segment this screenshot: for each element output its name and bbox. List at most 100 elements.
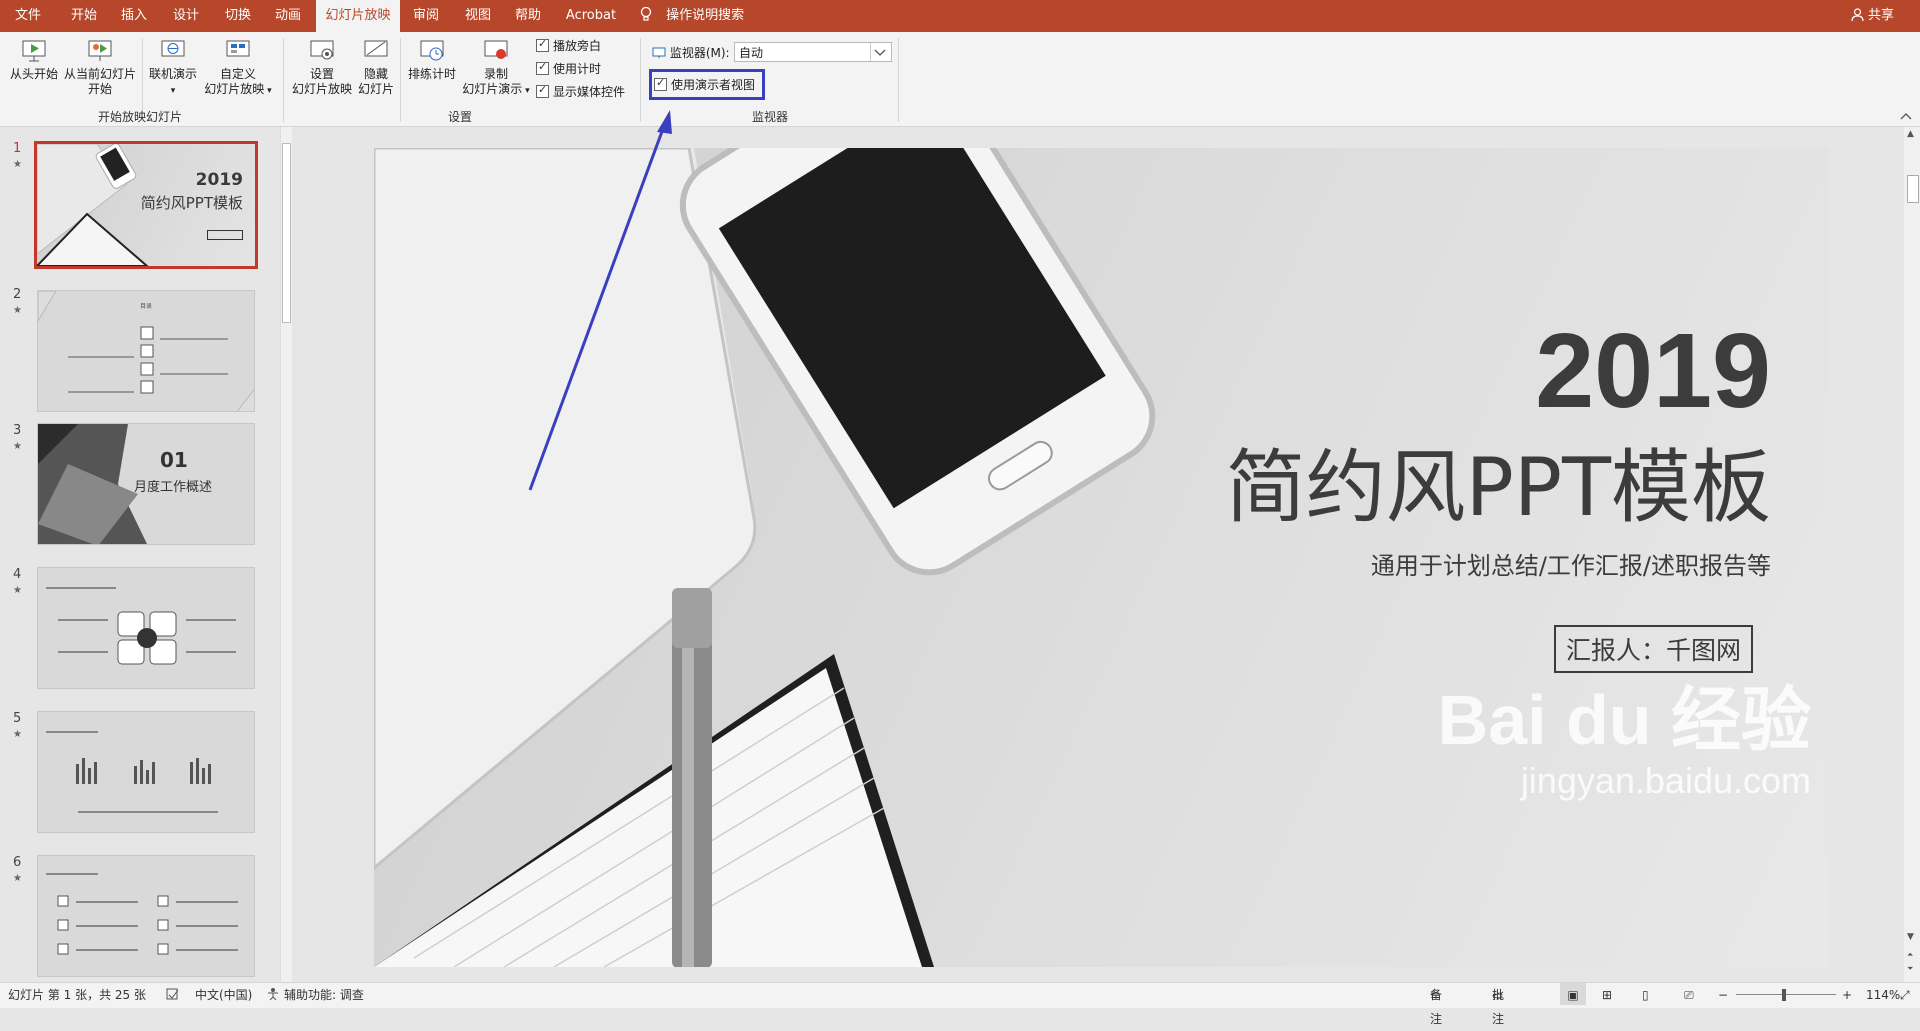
thumb-1-title: 简约风PPT模板 <box>140 194 243 212</box>
hide-slide-button[interactable]: 隐藏 幻灯片 <box>356 38 396 97</box>
thumb-4-art <box>46 587 236 665</box>
online-present-label: 联机演示 <box>148 67 197 81</box>
tab-transitions[interactable]: 切换 <box>216 0 260 32</box>
tell-me-search[interactable]: 操作说明搜索 <box>640 0 744 32</box>
tab-insert[interactable]: 插入 <box>112 0 156 32</box>
tab-home[interactable]: 开始 <box>62 0 106 32</box>
slide-thumbnail-5[interactable] <box>37 711 255 833</box>
thumb-1-reporter-box <box>207 230 243 240</box>
monitor-row: 监视器(M): <box>652 44 730 61</box>
slideshow-view-icon[interactable]: ⎚ <box>1684 983 1694 1007</box>
use-timings-checkbox[interactable]: 使用计时 <box>536 60 601 77</box>
monitor-select[interactable]: 自动 <box>734 42 892 62</box>
animation-star-icon: ★ <box>13 305 22 316</box>
thumb-2-art <box>38 291 254 411</box>
tab-help[interactable]: 帮助 <box>506 0 550 32</box>
normal-view-icon[interactable]: ▣ <box>1560 983 1586 1005</box>
record-icon <box>484 40 508 59</box>
tab-acrobat[interactable]: Acrobat <box>558 0 624 32</box>
share-label: 共享 <box>1867 8 1894 23</box>
person-icon <box>1851 8 1868 23</box>
annotation-highlight-box <box>649 69 765 100</box>
custom-label-2: 幻灯片放映 <box>204 82 265 96</box>
reading-view-icon[interactable]: ▯ <box>1642 983 1649 1007</box>
accessibility-status[interactable]: 辅助功能: 调查 <box>284 983 364 1007</box>
scrollbar-thumb[interactable] <box>282 143 291 323</box>
checkbox-checked-icon <box>536 83 549 98</box>
from-current-label-1: 从当前幻灯片 <box>63 67 136 81</box>
online-present-button[interactable]: 联机演示 ▾ <box>146 38 200 99</box>
rehearse-timings-button[interactable]: 排练计时 <box>404 38 460 82</box>
hide-label-1: 隐藏 <box>363 67 388 81</box>
tab-view[interactable]: 视图 <box>456 0 500 32</box>
tab-design[interactable]: 设计 <box>164 0 208 32</box>
hide-label-2: 幻灯片 <box>357 82 394 96</box>
animation-star-icon: ★ <box>13 585 22 596</box>
tab-slideshow[interactable]: 幻灯片放映 <box>316 0 400 32</box>
zoom-out-icon[interactable]: − <box>1718 983 1728 1007</box>
play-narrations-checkbox[interactable]: 播放旁白 <box>536 37 601 54</box>
slide-thumbnail-6[interactable] <box>37 855 255 977</box>
slide-thumbnail-2[interactable]: 目录 <box>37 290 255 412</box>
play-narrations-label: 播放旁白 <box>553 39 602 53</box>
tab-animations[interactable]: 动画 <box>266 0 310 32</box>
zoom-slider[interactable] <box>1736 994 1836 995</box>
group-label-setup: 设置 <box>447 110 472 124</box>
separator <box>283 38 284 122</box>
zoom-level[interactable]: 114% <box>1866 983 1900 1007</box>
language-indicator[interactable]: 中文(中国) <box>195 983 252 1007</box>
setup-label-1: 设置 <box>309 67 334 81</box>
zoom-slider-thumb[interactable] <box>1782 989 1786 1001</box>
slide-counter: 幻灯片 第 1 张，共 25 张 <box>8 988 146 1002</box>
from-current-button[interactable]: 从当前幻灯片 开始 <box>62 38 138 97</box>
lightbulb-icon <box>640 6 656 23</box>
spellcheck-icon[interactable] <box>166 983 180 1007</box>
next-slide-icon[interactable]: ⏷ <box>1907 964 1913 974</box>
thumb-3-number: 01 <box>160 448 188 472</box>
thumb-5-art <box>46 731 218 813</box>
record-slideshow-button[interactable]: 录制 幻灯片演示 ▾ <box>460 38 532 99</box>
share-button[interactable]: 共享 <box>1851 0 1894 32</box>
record-label-2: 幻灯片演示 <box>462 82 523 96</box>
previous-slide-icon[interactable]: ⏶ <box>1907 950 1913 960</box>
animation-star-icon: ★ <box>13 729 22 740</box>
slide-subtitle: 通用于计划总结/工作汇报/述职报告等 <box>1370 552 1771 580</box>
comments-label: 批注 <box>1492 988 1505 1026</box>
slide-thumbnail-3[interactable]: 01 月度工作概述 <box>37 423 255 545</box>
slide-title: 简约风PPT模板 <box>1225 441 1771 534</box>
thumbnail-scrollbar[interactable] <box>280 127 292 982</box>
custom-slideshow-button[interactable]: 自定义 幻灯片放映 ▾ <box>200 38 276 99</box>
monitor-label: 监视器(M): <box>669 46 730 60</box>
accessibility-icon[interactable] <box>266 983 280 1007</box>
show-media-controls-checkbox[interactable]: 显示媒体控件 <box>536 83 625 100</box>
group-label-monitor: 监视器 <box>751 110 788 124</box>
thumb-number: 6 <box>13 855 22 870</box>
animation-star-icon: ★ <box>13 441 22 452</box>
tab-file[interactable]: 文件 <box>8 0 48 32</box>
thumb-number: 3 <box>13 423 22 438</box>
scrollbar-thumb[interactable] <box>1907 175 1919 203</box>
tab-review[interactable]: 审阅 <box>404 0 448 32</box>
slide-scrollbar[interactable]: ▲ ▼ ⏶ ⏷ <box>1904 127 1920 982</box>
scroll-up-icon[interactable]: ▲ <box>1907 129 1914 139</box>
chevron-down-icon[interactable] <box>870 43 889 61</box>
scroll-down-icon[interactable]: ▼ <box>1907 932 1914 942</box>
separator <box>898 38 899 122</box>
monitor-icon <box>652 46 670 60</box>
setup-slideshow-button[interactable]: 设置 幻灯片放映 <box>290 38 354 97</box>
slide-sorter-icon[interactable]: ⊞ <box>1602 983 1612 1007</box>
slide-thumbnail-4[interactable] <box>37 567 255 689</box>
zoom-in-icon[interactable]: + <box>1842 983 1852 1007</box>
slide-thumbnail-1[interactable]: 2019 简约风PPT模板 <box>34 141 258 269</box>
animation-star-icon: ★ <box>13 873 22 884</box>
setup-label-2: 幻灯片放映 <box>291 82 352 96</box>
ribbon: 从头开始 从当前幻灯片 开始 联机演示 ▾ 自定义 幻灯片放映 ▾ 开始放映幻灯片… <box>0 32 1920 127</box>
thumb-number: 2 <box>13 287 22 302</box>
fit-slide-icon[interactable]: ⤢ <box>1900 983 1910 1007</box>
from-beginning-button[interactable]: 从头开始 <box>8 38 60 82</box>
slide-canvas[interactable]: 2019 简约风PPT模板 通用于计划总结/工作汇报/述职报告等 汇报人：千图网… <box>374 148 1829 967</box>
thumb-number: 1 <box>13 141 22 156</box>
thumb-1-year: 2019 <box>195 170 243 190</box>
checkbox-checked-icon <box>536 37 549 52</box>
collapse-ribbon-icon[interactable] <box>1900 112 1912 123</box>
